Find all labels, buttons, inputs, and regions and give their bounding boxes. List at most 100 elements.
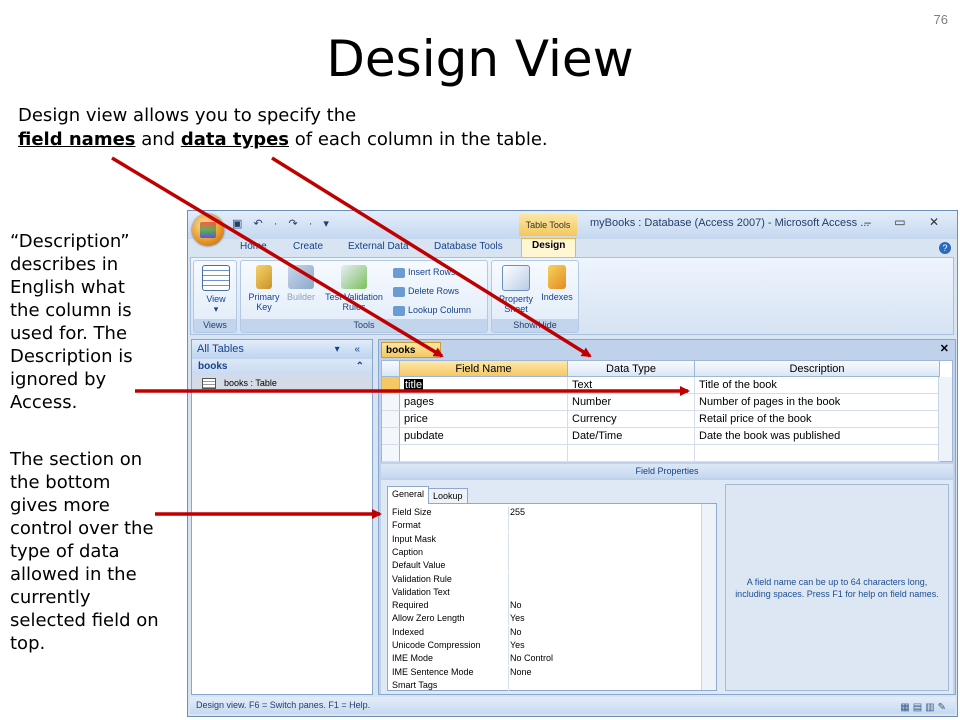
help-icon[interactable]: ? — [939, 242, 951, 254]
tab-external-data[interactable]: External Data — [348, 241, 409, 252]
primary-key-label: Primary Key — [248, 292, 280, 312]
property-sheet-button[interactable]: Property Sheet — [496, 265, 536, 314]
delete-rows-label: Delete Rows — [408, 286, 460, 296]
nav-header[interactable]: All Tables ▾ « — [192, 340, 372, 359]
property-name: Default Value — [390, 559, 509, 573]
field-name-cell[interactable]: pages — [400, 394, 568, 411]
column-header-data-type[interactable]: Data Type — [568, 361, 695, 377]
navigation-pane: All Tables ▾ « books ⌃ books : Table — [191, 339, 373, 695]
field-name-cell[interactable]: price — [400, 411, 568, 428]
property-sheet-icon — [502, 265, 530, 291]
intro-and: and — [135, 129, 181, 150]
tab-home[interactable]: Home — [240, 241, 267, 252]
nav-item-books-table[interactable]: books : Table — [192, 375, 372, 391]
row-selector[interactable] — [382, 428, 400, 445]
document-tab-books[interactable]: books — [381, 342, 441, 358]
field-name-cell[interactable]: pubdate — [400, 428, 568, 445]
group-show-hide: Property Sheet Indexes Show/Hide — [491, 260, 579, 333]
insert-rows-button[interactable]: Insert Rows — [393, 267, 456, 278]
row-selector[interactable] — [382, 411, 400, 428]
description-cell[interactable]: Retail price of the book — [695, 411, 940, 428]
property-value[interactable] — [508, 533, 700, 546]
property-value[interactable]: Yes — [508, 612, 700, 625]
column-header-field-name[interactable]: Field Name — [400, 361, 568, 377]
delete-rows-icon — [393, 286, 405, 297]
property-value[interactable] — [508, 586, 700, 599]
field-properties-panel: General Lookup Field Size 255 Format Inpu… — [381, 480, 953, 694]
property-name: Input Mask — [390, 532, 509, 546]
property-value[interactable]: No — [508, 599, 700, 612]
test-validation-rules-button[interactable]: Test Validation Rules — [321, 265, 387, 312]
nav-group-books[interactable]: books ⌃ — [192, 359, 372, 375]
data-type-cell[interactable]: Date/Time — [568, 428, 695, 445]
group-label-views: Views — [194, 319, 236, 332]
status-bar: Design view. F6 = Switch panes. F1 = Hel… — [190, 697, 955, 714]
property-value[interactable] — [508, 679, 700, 692]
builder-button[interactable]: Builder — [283, 265, 319, 302]
indexes-label: Indexes — [541, 292, 573, 302]
office-button[interactable] — [192, 214, 224, 246]
data-type-cell[interactable] — [568, 445, 695, 462]
side-note-description: “Description” describes in English what … — [10, 231, 133, 413]
table-tools-context-tab: Table Tools — [519, 214, 577, 236]
window-controls[interactable]: – ▭ ✕ — [864, 215, 949, 229]
tab-lookup[interactable]: Lookup — [428, 488, 468, 504]
access-window: ▣ ↶ · ↷ · ▾ Table Tools myBooks : Databa… — [187, 210, 958, 717]
property-value[interactable] — [508, 519, 700, 532]
table-design-document: books ✕ Field Name Data Type Description… — [378, 339, 956, 695]
view-button[interactable]: View ▾ — [198, 265, 234, 314]
primary-key-button[interactable]: Primary Key — [245, 265, 283, 312]
property-value[interactable]: No Control — [508, 652, 700, 665]
property-name: Validation Text — [390, 585, 509, 599]
close-document-icon[interactable]: ✕ — [940, 342, 949, 355]
description-cell[interactable]: Date the book was published — [695, 428, 940, 445]
field-grid: Field Name Data Type Description title T… — [381, 360, 953, 462]
data-type-cell[interactable]: Text — [568, 377, 695, 394]
property-value[interactable] — [508, 546, 700, 559]
table-icon — [202, 378, 216, 390]
data-type-cell[interactable]: Number — [568, 394, 695, 411]
property-value[interactable]: No — [508, 626, 700, 639]
properties-scrollbar[interactable] — [701, 504, 716, 690]
intro-line-2: field names and data types of each colum… — [18, 128, 548, 152]
property-value[interactable]: Yes — [508, 639, 700, 652]
builder-label: Builder — [286, 292, 315, 302]
grid-scrollbar[interactable] — [938, 377, 952, 461]
row-selector[interactable] — [382, 445, 400, 462]
nav-collapse-icon[interactable]: ▾ « — [335, 340, 366, 359]
tab-general[interactable]: General — [387, 486, 430, 504]
property-name: Allow Zero Length — [390, 612, 509, 626]
nav-header-label: All Tables — [197, 343, 244, 355]
description-cell[interactable]: Number of pages in the book — [695, 394, 940, 411]
office-logo-icon — [200, 222, 216, 238]
property-value[interactable] — [508, 559, 700, 572]
builder-icon — [288, 265, 314, 289]
field-help-text: A field name can be up to 64 characters … — [725, 484, 949, 691]
view-switcher-icons[interactable]: ▦▤▥✎ — [900, 699, 949, 716]
field-name-cell[interactable] — [400, 445, 568, 462]
ribbon: View ▾ Views Primary Key Builder Test Va… — [190, 257, 954, 335]
field-names-term: field names — [18, 129, 136, 150]
indexes-button[interactable]: Indexes — [538, 265, 576, 302]
row-selector[interactable] — [382, 394, 400, 411]
property-name: Unicode Compression — [390, 639, 509, 652]
property-value[interactable]: None — [508, 666, 700, 679]
tab-database-tools[interactable]: Database Tools — [434, 241, 503, 252]
nav-group-collapse-icon[interactable]: ⌃ — [356, 359, 364, 375]
insert-rows-label: Insert Rows — [408, 267, 456, 277]
data-type-cell[interactable]: Currency — [568, 411, 695, 428]
nav-item-label: books : Table — [224, 378, 277, 388]
column-header-description[interactable]: Description — [695, 361, 940, 377]
description-cell[interactable]: Title of the book — [695, 377, 940, 394]
delete-rows-button[interactable]: Delete Rows — [393, 286, 459, 297]
property-value[interactable] — [508, 573, 700, 586]
row-selector[interactable] — [382, 377, 400, 394]
tab-create[interactable]: Create — [293, 241, 323, 252]
tab-design[interactable]: Design — [521, 238, 577, 257]
intro-rest: of each column in the table. — [289, 129, 548, 150]
description-cell[interactable] — [695, 445, 940, 462]
lookup-column-button[interactable]: Lookup Column — [393, 305, 471, 316]
quick-access-toolbar[interactable]: ▣ ↶ · ↷ · ▾ — [232, 217, 333, 230]
property-value[interactable]: 255 — [508, 506, 700, 519]
field-name-cell[interactable]: title — [400, 377, 568, 394]
